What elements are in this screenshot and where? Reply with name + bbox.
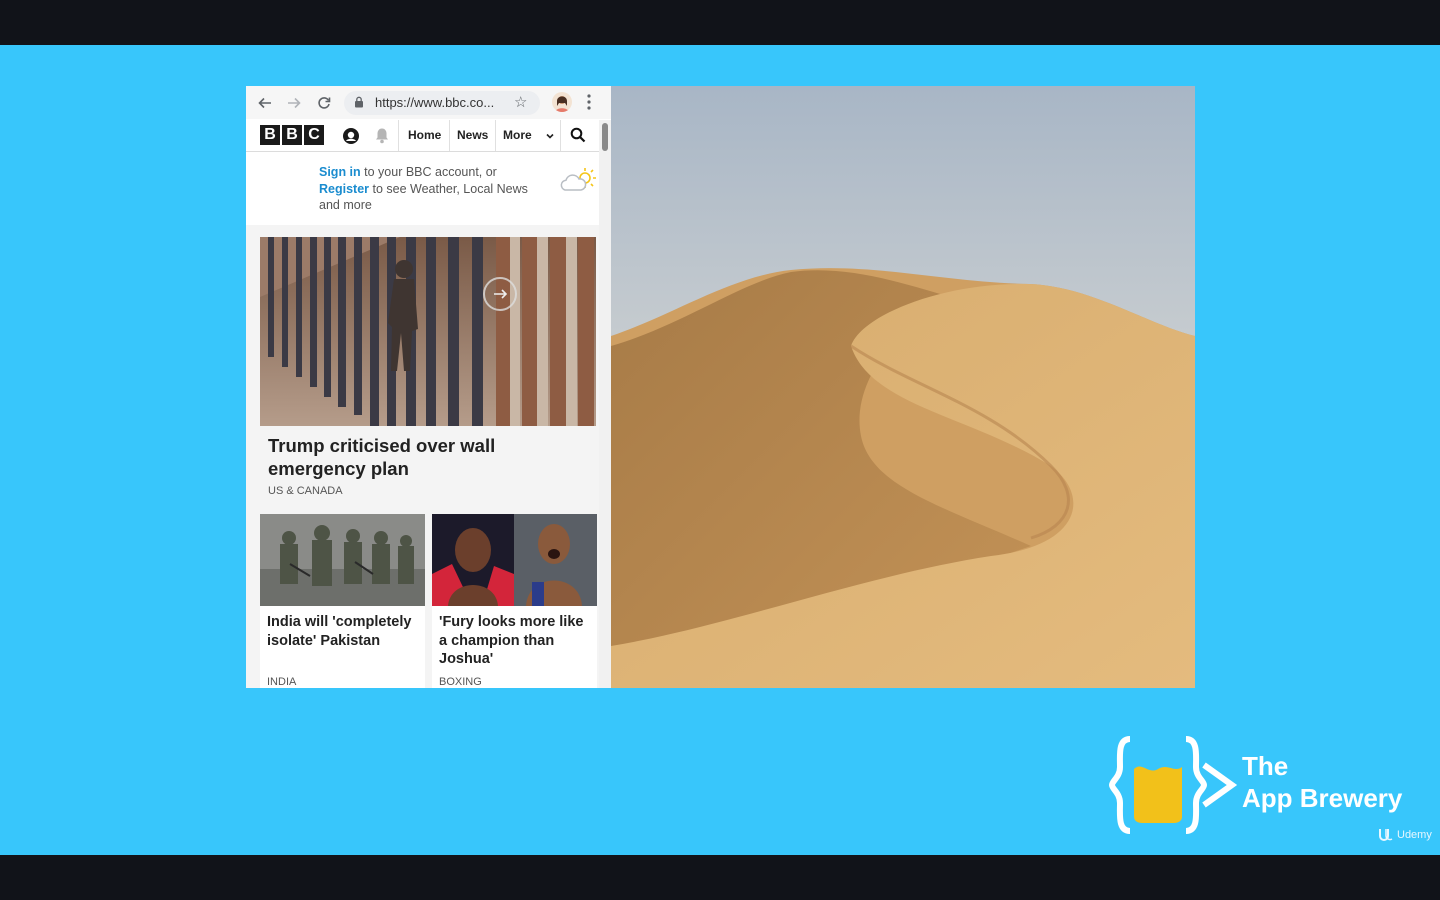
notification-bell-icon[interactable] — [374, 127, 390, 144]
story-card[interactable]: 'Fury looks more like a champion than Jo… — [432, 514, 597, 688]
back-arrow-icon[interactable] — [255, 93, 275, 113]
nav-more[interactable]: More — [503, 128, 532, 142]
nav-news[interactable]: News — [457, 128, 488, 142]
nav-divider — [398, 120, 399, 151]
udemy-watermark: Udemy — [1378, 828, 1432, 842]
sign-in-link[interactable]: Sign in — [319, 165, 361, 179]
star-icon[interactable]: ☆ — [514, 93, 527, 111]
story-image-boxers[interactable] — [432, 514, 597, 606]
nav-home[interactable]: Home — [408, 128, 441, 142]
browser-window: https://www.bbc.co... ☆ B B C Home News … — [246, 86, 611, 688]
lock-icon — [355, 96, 363, 108]
story-card-tag[interactable]: INDIA — [267, 676, 296, 688]
story-image-soldiers[interactable] — [260, 514, 425, 606]
story-card-title[interactable]: 'Fury looks more like a champion than Jo… — [439, 613, 591, 669]
main-story-tag[interactable]: US & CANADA — [268, 485, 343, 497]
scroll-thumb[interactable] — [602, 123, 608, 151]
udemy-label: Udemy — [1397, 829, 1432, 841]
app-brewery-branding: The App Brewery — [1108, 735, 1428, 835]
signin-banner: Sign in to your BBC account, or Register… — [246, 152, 599, 224]
reload-icon[interactable] — [314, 93, 334, 113]
browser-toolbar: https://www.bbc.co... ☆ — [246, 86, 611, 119]
main-story-image[interactable] — [260, 237, 596, 426]
udemy-logo-icon — [1379, 829, 1393, 841]
logo-block: B — [260, 125, 280, 145]
story-card-title[interactable]: India will 'completely isolate' Pakistan — [267, 613, 419, 650]
signin-text: Sign in to your BBC account, or Register… — [319, 164, 544, 214]
page-scrollbar[interactable] — [599, 120, 611, 688]
nav-divider — [449, 120, 450, 151]
url-text: https://www.bbc.co... — [375, 95, 495, 110]
brand-the: The — [1242, 751, 1289, 781]
logo-block: B — [282, 125, 302, 145]
letterbox-bottom — [0, 855, 1440, 900]
app-brewery-logo-icon — [1108, 736, 1238, 834]
address-bar[interactable]: https://www.bbc.co... ☆ — [344, 91, 540, 115]
story-card[interactable]: India will 'completely isolate' Pakistan… — [260, 514, 425, 688]
profile-avatar[interactable] — [552, 92, 572, 112]
signin-text-part: to your BBC account, or — [360, 165, 497, 179]
bbc-navbar: B B C Home News More — [246, 120, 599, 152]
bbc-logo[interactable]: B B C — [260, 125, 324, 145]
letterbox-top — [0, 0, 1440, 45]
account-icon[interactable] — [342, 127, 360, 145]
nav-divider — [495, 120, 496, 151]
brand-name: App Brewery — [1242, 783, 1403, 813]
search-icon[interactable] — [570, 127, 586, 143]
desktop-wallpaper — [611, 86, 1195, 688]
forward-arrow-icon[interactable] — [284, 93, 304, 113]
register-link[interactable]: Register — [319, 182, 369, 196]
story-card-tag[interactable]: BOXING — [439, 676, 482, 688]
weather-icon — [560, 168, 596, 191]
chevron-down-icon[interactable] — [546, 133, 554, 139]
more-vert-icon[interactable] — [584, 92, 594, 112]
news-feed: Trump criticised over wall emergency pla… — [246, 225, 599, 688]
main-story-title[interactable]: Trump criticised over wall emergency pla… — [268, 434, 588, 480]
logo-block: C — [304, 125, 324, 145]
nav-divider — [560, 120, 561, 151]
